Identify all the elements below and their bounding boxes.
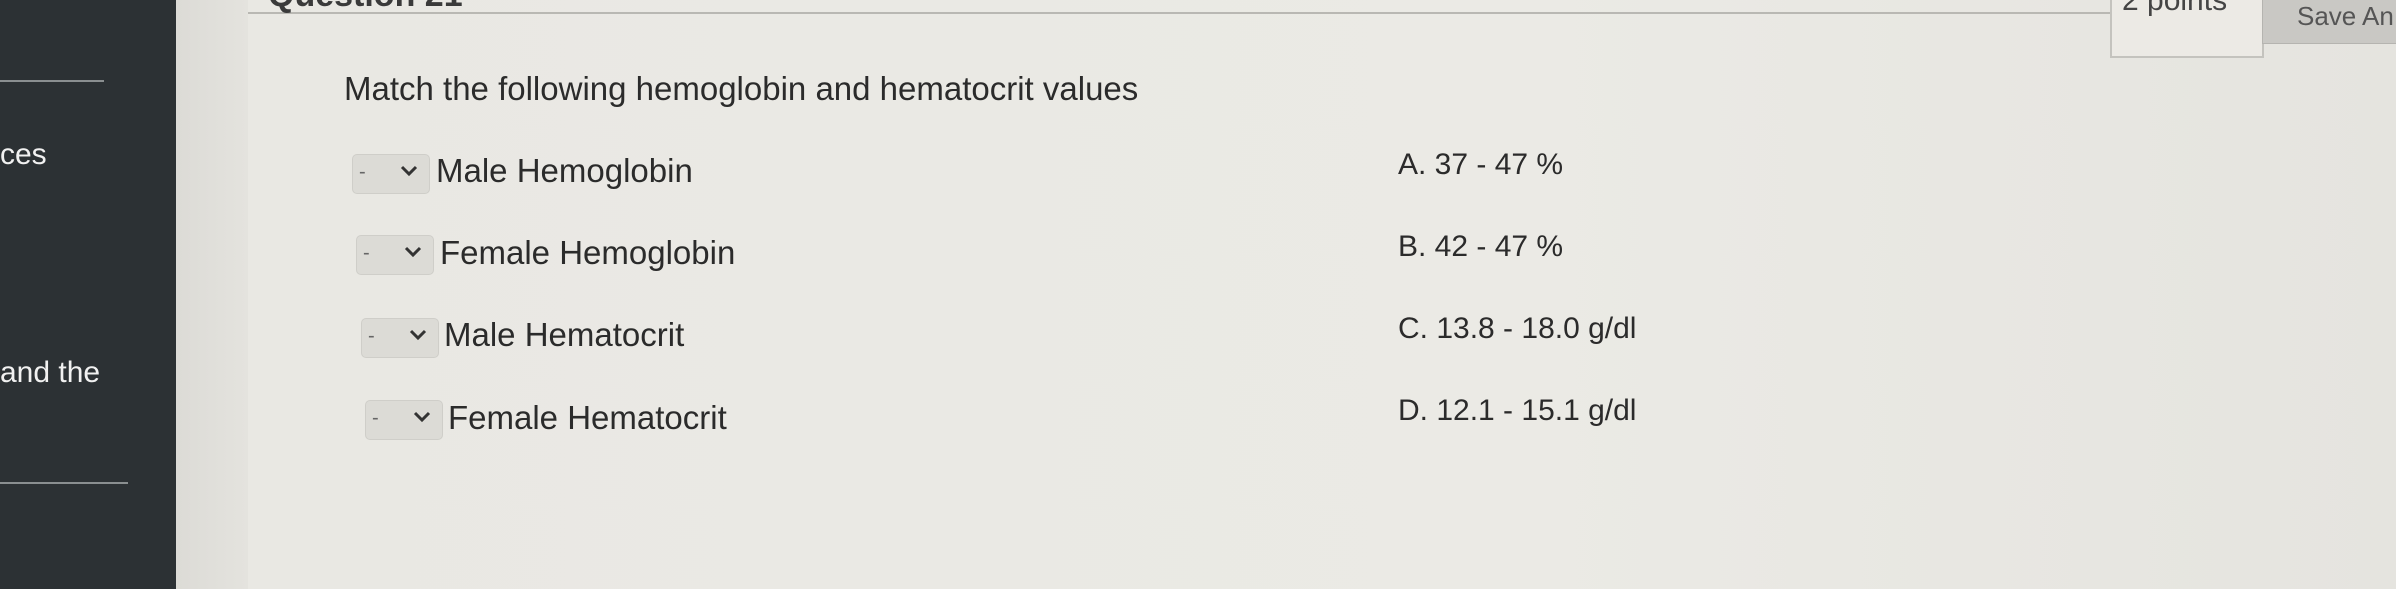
- select-value: -: [368, 325, 375, 347]
- sidebar-text-2[interactable]: and the: [0, 356, 100, 390]
- match-select-female-hemoglobin[interactable]: -: [356, 235, 434, 275]
- header-divider: [248, 12, 2110, 14]
- match-select-male-hematocrit[interactable]: -: [361, 318, 439, 358]
- answer-choice-b: B. 42 - 47 %: [1398, 230, 1564, 263]
- answer-choice-c: C. 13.8 - 18.0 g/dl: [1398, 312, 1637, 345]
- save-answer-button[interactable]: Save An: [2262, 0, 2396, 44]
- left-sidebar: [0, 0, 176, 589]
- question-instructions: Match the following hemoglobin and hemat…: [344, 70, 1139, 107]
- chevron-down-icon: [404, 246, 422, 258]
- sidebar-divider: [0, 482, 128, 484]
- match-item-label: Male Hemoglobin: [436, 152, 693, 189]
- question-title: Question 21: [268, 0, 463, 15]
- select-value: -: [372, 407, 379, 429]
- chevron-down-icon: [413, 411, 431, 423]
- sidebar-edge: [176, 0, 248, 589]
- sidebar-text-1[interactable]: ces: [0, 138, 47, 172]
- sidebar-divider: [0, 80, 104, 82]
- points-label: 2 points: [2122, 0, 2228, 17]
- select-value: -: [363, 242, 370, 264]
- match-select-female-hematocrit[interactable]: -: [365, 400, 443, 440]
- match-select-male-hemoglobin[interactable]: -: [352, 154, 430, 194]
- answer-choice-d: D. 12.1 - 15.1 g/dl: [1398, 394, 1637, 427]
- chevron-down-icon: [409, 329, 427, 341]
- select-value: -: [359, 161, 366, 183]
- chevron-down-icon: [400, 165, 418, 177]
- match-item-label: Female Hemoglobin: [440, 234, 736, 271]
- answer-choice-a: A. 37 - 47 %: [1398, 148, 1564, 181]
- match-item-label: Male Hematocrit: [444, 316, 685, 353]
- match-item-label: Female Hematocrit: [448, 399, 727, 436]
